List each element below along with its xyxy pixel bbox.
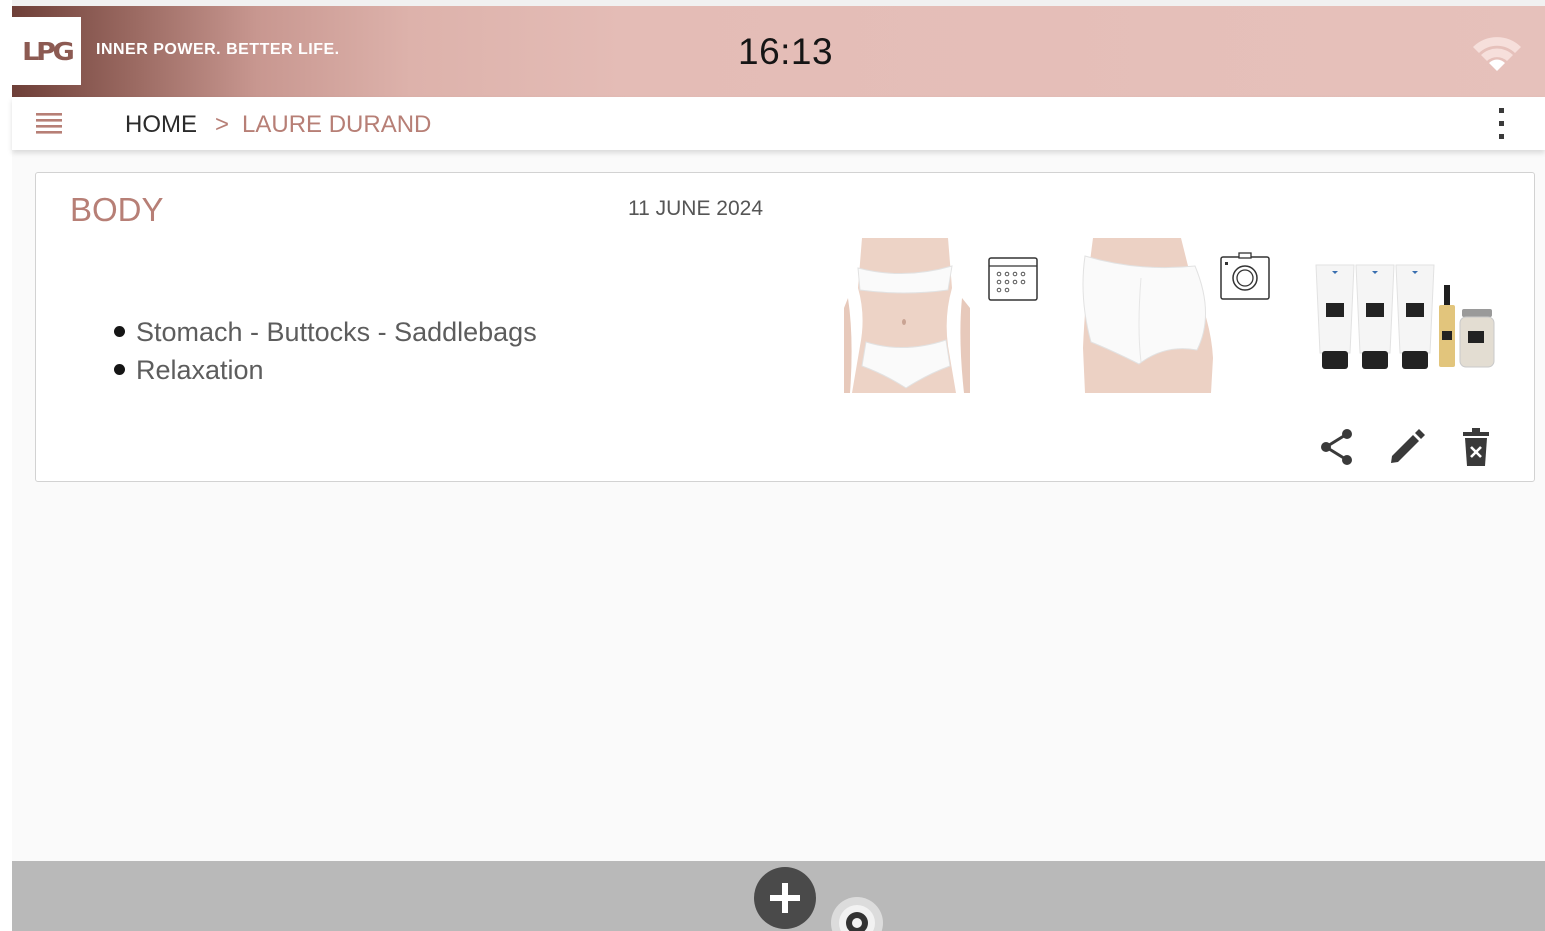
brand-logo: LPG [12,17,81,85]
body-back-photo[interactable] [1079,238,1217,393]
share-icon[interactable] [1316,426,1358,468]
status-clock: 16:13 [738,31,834,72]
bottom-bar [12,861,1545,931]
bullet-icon [114,326,125,337]
main-content: BODY 11 JUNE 2024 Stomach - Buttocks - S… [12,150,1545,861]
add-session-button[interactable] [754,867,816,929]
session-title: BODY [70,191,164,228]
zone-label: Relaxation [136,355,264,385]
status-bar: LPG INNER POWER. BETTER LIFE. 16:13 [12,6,1545,97]
list-item: Stomach - Buttocks - Saddlebags [110,313,537,351]
add-icon [770,883,800,913]
breadcrumb-current-client: LAURE DURAND [242,111,432,138]
wifi-icon [1473,37,1521,71]
zone-label: Stomach - Buttocks - Saddlebags [136,317,537,347]
assistive-touch-icon[interactable] [830,896,884,931]
breadcrumb-separator: > [215,111,230,138]
brand-tagline: INNER POWER. BETTER LIFE. [96,41,340,58]
camera-icon[interactable] [1219,252,1273,302]
app-bar: HOME > LAURE DURAND [12,97,1545,150]
hamburger-menu-icon[interactable] [34,110,64,136]
edit-pencil-icon[interactable] [1386,426,1428,468]
session-card[interactable]: BODY 11 JUNE 2024 Stomach - Buttocks - S… [35,172,1535,482]
delete-trash-icon[interactable] [1455,426,1497,468]
breadcrumb-home[interactable]: HOME [125,111,197,139]
lpg-products-image[interactable] [1314,261,1498,371]
logo-text: LPG [21,36,75,66]
list-item: Relaxation [110,351,537,389]
bullet-icon [114,364,125,375]
left-gutter [0,0,12,931]
treatment-zones-list: Stomach - Buttocks - Saddlebags Relaxati… [110,313,537,389]
body-front-photo[interactable] [844,238,970,393]
session-date: 11 JUNE 2024 [628,197,764,220]
more-vertical-icon[interactable] [1488,105,1516,143]
calendar-icon[interactable] [987,253,1041,303]
